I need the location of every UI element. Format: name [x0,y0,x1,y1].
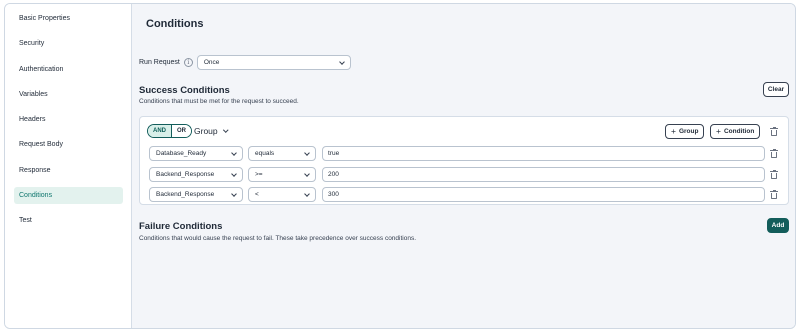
condition-value-input[interactable]: 300 [322,187,765,202]
sidebar-item-variables[interactable]: Variables [14,86,123,103]
chevron-down-icon [231,190,237,197]
sidebar-item-test[interactable]: Test [14,212,123,229]
failure-conditions-title: Failure Conditions [139,221,223,232]
condition-row: Database_Ready equals true [149,146,779,161]
run-request-select[interactable]: Once [196,55,351,70]
success-conditions-description: Conditions that must be met for the requ… [139,98,299,105]
delete-group-icon[interactable] [770,127,778,136]
group-label: Group [194,126,218,136]
sidebar-item-response[interactable]: Response [14,162,123,179]
run-request-row: Run Request i Once [139,55,351,70]
and-or-toggle[interactable]: AND OR [147,124,192,138]
condition-operator-value: equals [255,150,275,157]
sidebar-item-headers[interactable]: Headers [14,111,123,128]
add-group-label: Group [678,128,699,135]
condition-field-value: Backend_Response [156,171,215,178]
plus-icon: + [716,126,721,137]
chevron-down-icon [339,58,345,65]
add-condition-button[interactable]: + Condition [710,124,761,139]
info-icon[interactable]: i [183,58,193,67]
condition-field-value: Database_Ready [156,150,207,157]
condition-group: AND OR Group + Group + Condition Databas… [139,116,789,205]
clear-button[interactable]: Clear [763,82,789,97]
sidebar-item-conditions[interactable]: Conditions [14,187,123,205]
run-request-value: Once [203,59,220,66]
add-condition-label: Condition [723,128,755,135]
success-conditions-title: Success Conditions [139,85,230,96]
or-toggle-option[interactable]: OR [172,125,191,137]
group-dropdown[interactable]: Group [194,126,228,136]
run-request-label: Run Request [139,59,180,66]
condition-value-input[interactable]: 200 [322,167,765,182]
chevron-down-icon [231,149,237,156]
and-toggle-option[interactable]: AND [148,125,172,137]
sidebar-item-request-body[interactable]: Request Body [14,136,123,153]
condition-operator-select[interactable]: >= [248,167,316,182]
plus-icon: + [671,126,676,137]
sidebar-item-basic-properties[interactable]: Basic Properties [14,10,123,27]
condition-operator-value: >= [255,171,263,178]
condition-field-value: Backend_Response [156,191,215,198]
main-panel: Conditions Run Request i Once Success Co… [132,4,795,328]
failure-conditions-description: Conditions that would cause the request … [139,235,417,242]
delete-condition-icon[interactable] [770,190,778,199]
app-window: Basic Properties Security Authentication… [4,3,796,329]
chevron-down-icon [231,170,237,177]
chevron-down-icon [222,127,228,133]
chevron-down-icon [304,149,310,156]
sidebar-item-authentication[interactable]: Authentication [14,61,123,78]
condition-row: Backend_Response < 300 [149,187,779,202]
page-title: Conditions [146,18,204,30]
add-group-button[interactable]: + Group [665,124,705,139]
delete-condition-icon[interactable] [770,149,778,158]
condition-field-select[interactable]: Backend_Response [149,167,243,182]
condition-value-input[interactable]: true [322,146,765,161]
add-failure-condition-button[interactable]: Add [767,218,789,233]
condition-operator-select[interactable]: equals [248,146,316,161]
condition-row: Backend_Response >= 200 [149,167,779,182]
sidebar-item-security[interactable]: Security [14,35,123,52]
chevron-down-icon [304,170,310,177]
sidebar: Basic Properties Security Authentication… [5,4,132,328]
condition-field-select[interactable]: Backend_Response [149,187,243,202]
delete-condition-icon[interactable] [770,170,778,179]
condition-field-select[interactable]: Database_Ready [149,146,243,161]
condition-operator-select[interactable]: < [248,187,316,202]
condition-operator-value: < [255,191,259,198]
chevron-down-icon [304,190,310,197]
